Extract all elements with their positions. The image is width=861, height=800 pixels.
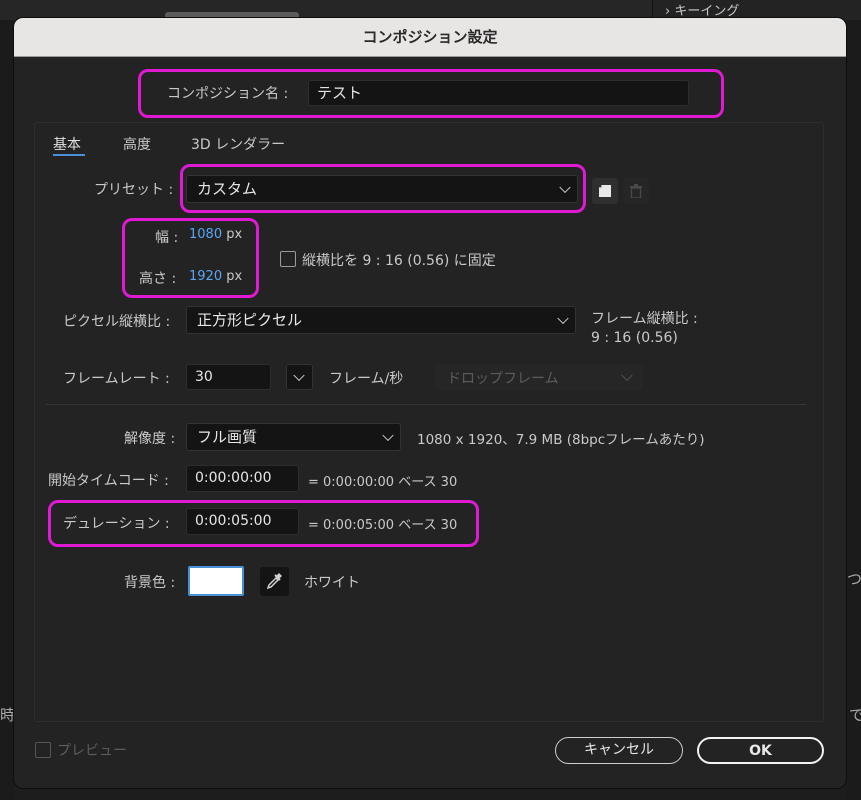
bg-color-name: ホワイト <box>304 575 360 591</box>
cancel-button[interactable]: キャンセル <box>555 737 683 764</box>
bg-color-swatch[interactable] <box>188 566 244 596</box>
width-value[interactable]: 1080 <box>189 227 222 242</box>
pixel-aspect-dropdown[interactable]: 正方形ピクセル <box>186 306 576 334</box>
start-timecode-input[interactable]: 0:00:00:00 <box>186 465 299 492</box>
preset-label: プリセット : <box>94 182 174 198</box>
chevron-down-icon <box>621 369 633 382</box>
chevron-down-icon <box>559 181 571 194</box>
preset-dropdown[interactable]: カスタム <box>186 175 578 203</box>
height-unit: px <box>226 269 243 284</box>
background-text-right-1: つ <box>847 570 861 588</box>
background-text-left: 時 <box>0 706 16 724</box>
frame-aspect-value: 9 : 16 (0.56) <box>591 330 678 346</box>
lock-aspect-label: 縦横比を 9 : 16 (0.56) に固定 <box>302 253 496 269</box>
comp-name-label: コンポジション名 : <box>167 86 289 102</box>
start-timecode-info: = 0:00:00:00 ベース 30 <box>308 475 458 490</box>
width-label: 幅 : <box>155 230 179 246</box>
eyedropper-button[interactable] <box>260 567 289 596</box>
pixel-aspect-label: ピクセル縦横比 : <box>63 314 171 330</box>
resolution-label: 解像度 : <box>124 431 176 447</box>
composition-settings-dialog: コンポジション設定 コンポジション名 : テスト 基本 高度 3D レンダラー … <box>14 18 846 788</box>
dialog-titlebar[interactable]: コンポジション設定 <box>14 18 846 57</box>
width-unit: px <box>226 227 243 242</box>
comp-name-input[interactable]: テスト <box>308 80 689 106</box>
preview-checkbox[interactable] <box>35 742 51 758</box>
trash-icon <box>630 184 642 198</box>
dialog-title: コンポジション設定 <box>362 28 498 46</box>
tab-advanced[interactable]: 高度 <box>123 134 151 154</box>
tab-active-indicator <box>53 154 85 156</box>
bg-color-label: 背景色 : <box>124 575 176 591</box>
chevron-down-icon <box>557 312 569 325</box>
keying-panel-title[interactable]: › キーイング <box>665 0 739 19</box>
chevron-down-icon <box>293 369 305 382</box>
frame-rate-input[interactable]: 30 <box>186 364 271 390</box>
tab-basic[interactable]: 基本 <box>53 134 81 154</box>
width-field[interactable]: 1080 px <box>189 227 242 242</box>
save-preset-button[interactable] <box>592 178 618 204</box>
frame-rate-menu-button[interactable] <box>286 364 313 390</box>
height-label: 高さ : <box>139 271 177 287</box>
delete-preset-button[interactable] <box>623 178 649 204</box>
frame-rate-unit: フレーム/秒 <box>329 371 404 387</box>
ok-button[interactable]: OK <box>697 737 824 764</box>
background-left-panel <box>0 20 14 800</box>
background-right-panel <box>846 20 861 800</box>
height-value[interactable]: 1920 <box>189 269 222 284</box>
duration-label: デュレーション : <box>63 516 170 532</box>
chevron-right-icon: › <box>665 4 671 19</box>
resolution-dropdown[interactable]: フル画質 <box>186 423 401 451</box>
resolution-info: 1080 x 1920、7.9 MB (8bpcフレームあたり) <box>417 432 705 448</box>
frame-aspect-label: フレーム縦横比 : <box>591 311 698 327</box>
save-preset-icon <box>599 185 611 197</box>
frame-rate-label: フレームレート : <box>63 371 170 387</box>
lock-aspect-checkbox[interactable] <box>280 251 296 267</box>
start-timecode-label: 開始タイムコード : <box>48 473 169 489</box>
duration-info: = 0:00:05:00 ベース 30 <box>308 518 458 533</box>
duration-input[interactable]: 0:00:05:00 <box>186 508 299 535</box>
drop-frame-dropdown: ドロップフレーム <box>435 364 643 390</box>
eyedropper-icon <box>266 573 282 590</box>
tab-3d-renderer[interactable]: 3D レンダラー <box>191 134 285 154</box>
chevron-down-icon <box>382 429 394 442</box>
preview-label: プレビュー <box>57 743 127 759</box>
height-field[interactable]: 1920 px <box>189 269 242 284</box>
background-text-right-2: で <box>849 706 861 724</box>
section-divider <box>46 404 806 405</box>
